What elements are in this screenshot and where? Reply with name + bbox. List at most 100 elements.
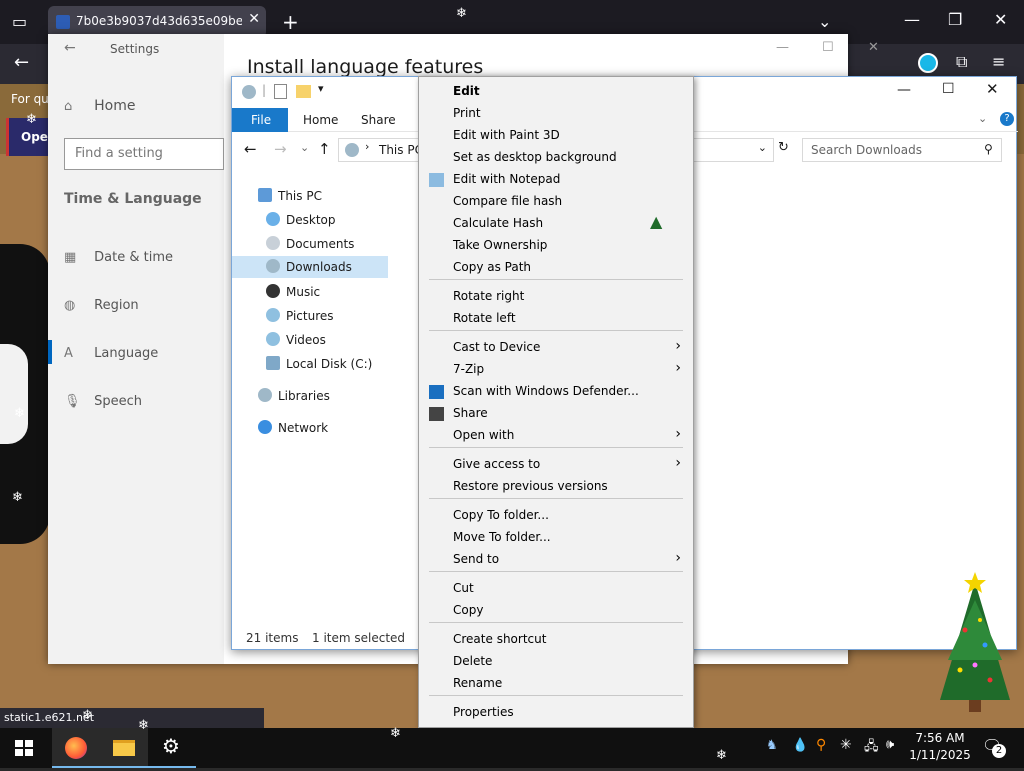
recent-locations-icon[interactable]: ⌄ — [300, 141, 309, 154]
start-button[interactable] — [0, 728, 48, 768]
settings-close-icon[interactable]: ✕ — [868, 40, 879, 55]
new-folder-icon[interactable] — [296, 85, 311, 98]
menu-item-compare-file-hash[interactable]: Compare file hash — [419, 191, 693, 213]
refresh-icon[interactable]: ↻ — [778, 140, 789, 155]
menu-item-delete[interactable]: Delete — [419, 651, 693, 673]
menu-item-copy-as-path[interactable]: Copy as Path — [419, 257, 693, 279]
settings-nav-region[interactable]: ◍ Region — [64, 298, 139, 313]
menu-item-label: Create shortcut — [453, 632, 547, 646]
menu-item-cut[interactable]: Cut — [419, 578, 693, 600]
nav-videos[interactable]: Videos — [266, 329, 424, 351]
snowflake-icon: ❄ — [26, 112, 37, 127]
tray-drop-icon[interactable]: 💧 — [792, 738, 808, 753]
menu-item-edit[interactable]: Edit — [419, 81, 693, 103]
settings-back-icon[interactable]: ← — [64, 40, 76, 56]
menu-item-set-as-desktop-background[interactable]: Set as desktop background — [419, 147, 693, 169]
ribbon-share-tab[interactable]: Share — [361, 113, 396, 127]
navigation-pane: This PC Desktop Documents Downloads Musi… — [232, 167, 392, 627]
help-icon[interactable]: ? — [1000, 112, 1014, 126]
menu-item-label: Set as desktop background — [453, 150, 617, 164]
find-setting-input[interactable]: Find a setting — [64, 138, 224, 170]
nav-back-icon[interactable]: ← — [244, 140, 257, 158]
browser-minimize-icon[interactable]: — — [904, 10, 920, 29]
network-icon — [258, 420, 272, 434]
tab-list-icon[interactable]: ⌄ — [818, 12, 831, 31]
account-icon[interactable] — [918, 53, 938, 73]
settings-nav-speech[interactable]: 🎙 Speech — [64, 394, 142, 409]
network-status-icon[interactable]: 🖧 — [864, 737, 879, 759]
settings-home[interactable]: ⌂ Home — [64, 98, 135, 114]
settings-maximize-icon[interactable]: ☐ — [822, 40, 834, 55]
nav-downloads[interactable]: Downloads — [232, 256, 388, 278]
notification-center[interactable]: 🗨 2 — [982, 736, 1006, 760]
new-tab-icon[interactable]: + — [282, 10, 299, 34]
back-icon[interactable]: ← — [14, 52, 29, 73]
tab-close-icon[interactable]: ✕ — [248, 11, 260, 27]
nav-up-icon[interactable]: ↑ — [318, 140, 331, 158]
settings-nav-language[interactable]: A Language — [64, 346, 158, 361]
ribbon-expand-icon[interactable]: ⌄ — [978, 112, 987, 125]
taskbar-file-explorer[interactable] — [100, 728, 148, 768]
nav-pictures[interactable]: Pictures — [266, 305, 424, 327]
explorer-maximize-icon[interactable]: ☐ — [942, 81, 955, 97]
extensions-icon[interactable]: ⧉ — [956, 52, 967, 72]
settings-minimize-icon[interactable]: — — [776, 40, 789, 55]
menu-icon[interactable]: ≡ — [992, 52, 1005, 71]
nav-documents[interactable]: Documents — [266, 233, 424, 255]
nav-music[interactable]: Music — [266, 281, 424, 303]
settings-nav-date-time[interactable]: ▦ Date & time — [64, 250, 173, 265]
ribbon-home-tab[interactable]: Home — [303, 113, 338, 127]
quick-access-dropdown-icon[interactable]: ▾ — [318, 82, 324, 95]
menu-item-restore-previous-versions[interactable]: Restore previous versions — [419, 476, 693, 498]
explorer-minimize-icon[interactable]: — — [897, 82, 911, 98]
explorer-close-icon[interactable]: ✕ — [986, 80, 999, 98]
nav-libraries[interactable]: Libraries — [258, 385, 416, 407]
menu-item-rotate-left[interactable]: Rotate left — [419, 308, 693, 330]
menu-item-send-to[interactable]: Send to › — [419, 549, 693, 571]
taskbar-firefox[interactable] — [52, 728, 100, 768]
browser-restore-icon[interactable]: ❐ — [948, 10, 962, 29]
nav-local-disk[interactable]: Local Disk (C:) — [266, 353, 424, 375]
menu-item-move-to-folder[interactable]: Move To folder... — [419, 527, 693, 549]
menu-item-give-access-to[interactable]: Give access to › — [419, 454, 693, 476]
status-url: static1.e621.net — [0, 708, 264, 728]
tray-snow-icon[interactable]: ✳ — [840, 737, 852, 753]
nav-this-pc[interactable]: This PC — [258, 185, 416, 207]
page-text: For qui — [11, 92, 53, 106]
menu-item-cast-to-device[interactable]: Cast to Device › — [419, 337, 693, 359]
nav-network[interactable]: Network — [258, 417, 416, 439]
menu-item-label: Edit with Paint 3D — [453, 128, 560, 142]
menu-item-rotate-right[interactable]: Rotate right — [419, 286, 693, 308]
menu-item-edit-with-notepad[interactable]: Edit with Notepad — [419, 169, 693, 191]
volume-icon[interactable]: 🕪 — [886, 737, 894, 752]
tray-search-icon[interactable]: ⚲ — [816, 737, 826, 753]
properties-icon[interactable] — [274, 84, 287, 99]
menu-item-label: Edit — [453, 84, 480, 98]
browser-close-icon[interactable]: ✕ — [994, 10, 1007, 29]
tray-clock[interactable]: 7:56 AM 1/11/2025 — [900, 730, 980, 764]
settings-nav-label: Speech — [94, 394, 143, 409]
menu-item-scan-with-windows-defender[interactable]: Scan with Windows Defender... — [419, 381, 693, 403]
ribbon-file-tab[interactable]: File — [232, 108, 288, 132]
menu-item-open-with[interactable]: Open with › — [419, 425, 693, 447]
menu-item-print[interactable]: Print — [419, 103, 693, 125]
tab-overview-icon[interactable]: ▭ — [12, 12, 27, 31]
browser-tab-title: 7b0e3b9037d43d635e09be83312 — [76, 14, 242, 28]
address-dropdown-icon[interactable]: ⌄ — [758, 141, 767, 154]
nav-forward-icon[interactable]: → — [274, 140, 287, 158]
menu-item-edit-with-paint-3d[interactable]: Edit with Paint 3D — [419, 125, 693, 147]
menu-item-copy[interactable]: Copy — [419, 600, 693, 622]
submenu-chevron-icon: › — [675, 360, 681, 376]
menu-item-rename[interactable]: Rename — [419, 673, 693, 695]
menu-item-take-ownership[interactable]: Take Ownership — [419, 235, 693, 257]
nav-desktop[interactable]: Desktop — [266, 209, 424, 231]
menu-item-share[interactable]: Share — [419, 403, 693, 425]
menu-separator — [429, 447, 683, 448]
menu-item-7-zip[interactable]: 7-Zip › — [419, 359, 693, 381]
taskbar-settings[interactable]: ⚙ — [148, 728, 196, 768]
tray-app-icon[interactable]: ♞ — [766, 738, 778, 753]
menu-item-copy-to-folder[interactable]: Copy To folder... — [419, 505, 693, 527]
menu-item-properties[interactable]: Properties — [419, 702, 693, 724]
search-input[interactable]: Search Downloads — [802, 138, 1002, 162]
menu-item-create-shortcut[interactable]: Create shortcut — [419, 629, 693, 651]
